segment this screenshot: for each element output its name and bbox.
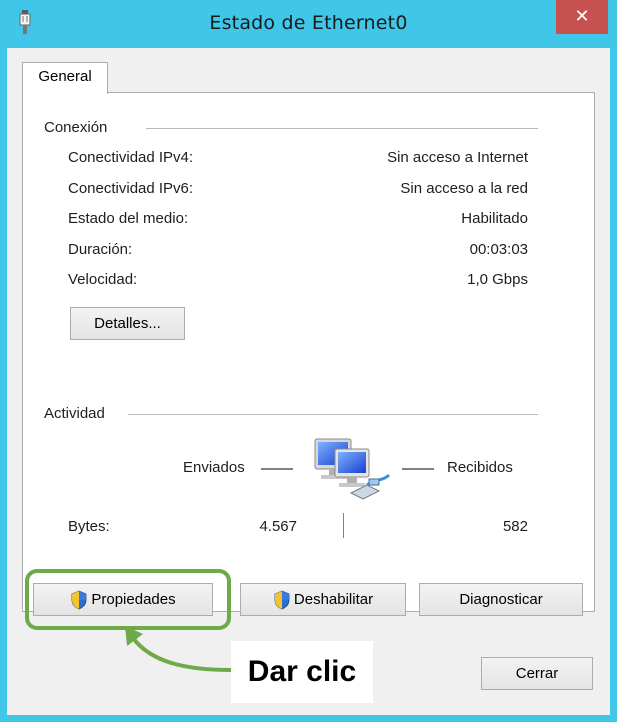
ipv4-label: Conectividad IPv4: xyxy=(68,149,194,166)
close-window-button[interactable]: ✕ xyxy=(556,0,608,34)
ipv6-label: Conectividad IPv6: xyxy=(68,180,194,197)
received-label: Recibidos xyxy=(447,459,513,476)
details-button[interactable]: Detalles... xyxy=(70,307,185,340)
tab-general[interactable]: General xyxy=(22,62,108,94)
sent-connector-line xyxy=(261,468,293,470)
properties-button-label: Propiedades xyxy=(91,591,176,608)
ipv6-value: Sin acceso a la red xyxy=(400,180,528,197)
properties-button[interactable]: Propiedades xyxy=(33,583,213,616)
sent-label: Enviados xyxy=(183,459,245,476)
network-computers-icon xyxy=(314,438,391,500)
ethernet-status-window: Estado de Ethernet0 ✕ General Conexión C… xyxy=(0,0,617,722)
uac-shield-icon xyxy=(274,590,290,609)
bytes-separator xyxy=(343,513,344,538)
uac-shield-icon xyxy=(71,590,87,609)
connection-section-title: Conexión xyxy=(44,119,116,136)
bytes-sent-value: 4.567 xyxy=(259,518,297,535)
media-state-value: Habilitado xyxy=(461,210,528,227)
media-state-label: Estado del medio: xyxy=(68,210,189,227)
title-bar[interactable]: Estado de Ethernet0 ✕ xyxy=(0,0,617,48)
disable-button[interactable]: Deshabilitar xyxy=(240,583,406,616)
ipv4-value: Sin acceso a Internet xyxy=(387,149,528,166)
callout-arrow-icon xyxy=(125,626,232,672)
disable-button-label: Deshabilitar xyxy=(293,591,374,608)
speed-label: Velocidad: xyxy=(68,271,138,288)
diagnose-button[interactable]: Diagnosticar xyxy=(419,583,583,616)
general-tab-panel: Conexión Conectividad IPv4: Sin acceso a… xyxy=(22,92,595,612)
close-button[interactable]: Cerrar xyxy=(481,657,593,690)
bytes-label: Bytes: xyxy=(68,518,110,535)
activity-section-title: Actividad xyxy=(44,405,113,422)
received-connector-line xyxy=(402,468,434,470)
speed-value: 1,0 Gbps xyxy=(467,271,528,288)
duration-value: 00:03:03 xyxy=(469,241,528,258)
duration-label: Duración: xyxy=(68,241,133,258)
callout-label: Dar clic xyxy=(231,641,373,703)
connection-divider xyxy=(146,128,538,129)
dialog-client-area: General Conexión Conectividad IPv4: Sin … xyxy=(7,48,610,715)
bytes-received-value: 582 xyxy=(502,518,528,535)
activity-divider xyxy=(128,414,538,415)
window-title: Estado de Ethernet0 xyxy=(209,12,408,34)
close-icon: ✕ xyxy=(574,6,590,27)
